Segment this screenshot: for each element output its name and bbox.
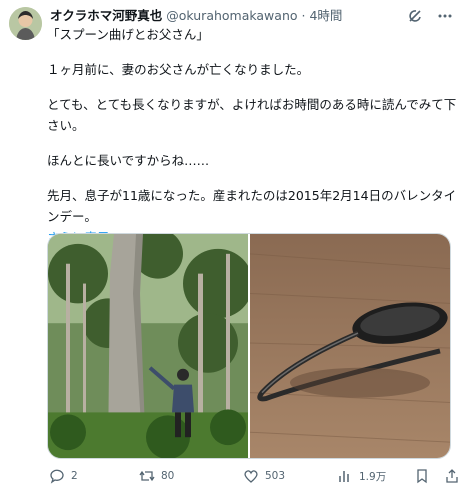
views-icon: [339, 471, 349, 482]
views-button[interactable]: 1.9万: [337, 468, 386, 484]
separator-dot: ·: [301, 8, 306, 23]
grok-icon[interactable]: [406, 7, 424, 25]
like-icon: [244, 470, 258, 483]
reply-count: 2: [71, 470, 78, 482]
share-button[interactable]: [444, 468, 460, 484]
tweet-line: ほんとに長いですからね……: [47, 153, 210, 168]
tweet-line: とても、とても長くなりますが、よければお時間のある時に読んでみて下さい。: [47, 97, 457, 133]
tweet-line: １ヶ月前に、妻のお父さんが亡くなりました。: [47, 62, 310, 77]
retweet-button[interactable]: 80: [139, 468, 174, 484]
tweet-line: 「スプーン曲げとお父さん」: [47, 27, 209, 42]
tweet-media: [47, 233, 451, 459]
like-count: 503: [265, 470, 286, 482]
more-icon[interactable]: [436, 7, 454, 25]
retweet-count: 80: [161, 470, 175, 482]
bent-spoon-photo[interactable]: [250, 234, 450, 458]
author-name[interactable]: オクラホマ河野真也: [50, 8, 162, 23]
tweet-top-actions: [406, 7, 454, 25]
reply-icon: [50, 469, 64, 484]
views-count: 1.9万: [359, 470, 387, 483]
author-handle[interactable]: @okurahomakawano: [166, 8, 297, 23]
share-icon: [446, 469, 458, 483]
tweet-header: オクラホマ河野真也 @okurahomakawano · 4時間: [50, 8, 416, 24]
tweet[interactable]: オクラホマ河野真也 @okurahomakawano · 4時間 「スプーン曲げ…: [0, 0, 476, 500]
timestamp[interactable]: 4時間: [309, 8, 342, 23]
bookmark-icon: [417, 469, 427, 484]
forest-photo[interactable]: [48, 234, 248, 458]
tweet-line: 先月、息子が11歳になった。産まれたのは2015年2月14日のバレンタインデー。: [47, 188, 457, 224]
like-button[interactable]: 503: [243, 468, 285, 484]
bookmark-button[interactable]: [414, 468, 430, 484]
avatar[interactable]: [9, 7, 42, 40]
tweet-text: 「スプーン曲げとお父さん」 １ヶ月前に、妻のお父さんが亡くなりました。 とても、…: [47, 24, 457, 248]
retweet-icon: [139, 470, 155, 482]
reply-button[interactable]: 2: [49, 468, 78, 484]
tweet-actions: 2 80 503 1.9万: [47, 468, 467, 492]
